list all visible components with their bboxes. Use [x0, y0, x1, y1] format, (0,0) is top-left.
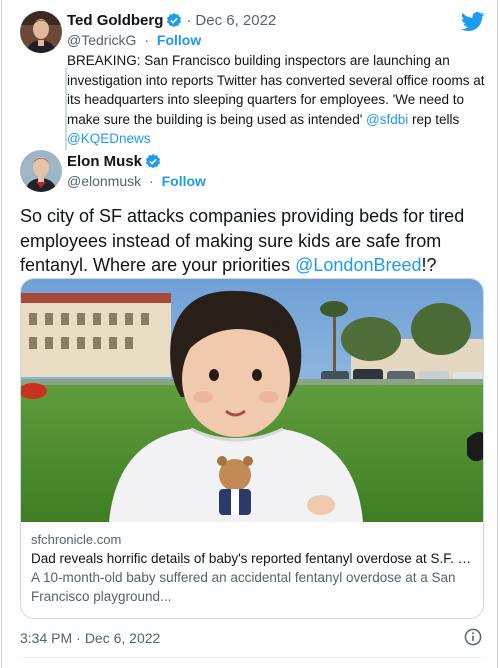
tweet-text: rep tells: [408, 111, 460, 127]
quoted-tweet-header: Ted Goldberg · Dec 6, 2022 @TedrickG · F…: [67, 11, 467, 49]
tweet-time[interactable]: 3:34 PM: [20, 630, 72, 646]
avatar-image: [20, 150, 62, 192]
embedded-tweet: Ted Goldberg · Dec 6, 2022 @TedrickG · F…: [1, 0, 498, 668]
author-name[interactable]: Ted Goldberg: [67, 11, 163, 30]
author-name[interactable]: Elon Musk: [67, 152, 142, 171]
follow-button[interactable]: Follow: [157, 32, 201, 48]
separator-dot: ·: [144, 32, 150, 48]
tweet-date[interactable]: Dec 6, 2022: [85, 630, 161, 646]
link-preview-card[interactable]: sfchronicle.com Dad reveals horrific det…: [20, 278, 484, 619]
verified-badge-icon: [145, 153, 161, 168]
author-handle[interactable]: @TedrickG: [67, 32, 136, 48]
card-image: [21, 279, 483, 522]
separator-dot: ·: [76, 630, 81, 646]
avatar[interactable]: [20, 11, 62, 53]
avatar[interactable]: [20, 150, 62, 192]
divider: [20, 657, 484, 658]
info-icon[interactable]: [464, 628, 482, 646]
tweet-text: So city of SF attacks companies providin…: [20, 204, 490, 278]
mention-link[interactable]: @sfdbi: [366, 112, 408, 127]
follow-button[interactable]: Follow: [162, 173, 206, 189]
avatar-image: [20, 11, 62, 53]
card-body: sfchronicle.com Dad reveals horrific det…: [21, 522, 483, 606]
separator-dot: ·: [186, 12, 192, 29]
verified-badge-icon: [167, 12, 182, 27]
separator-dot: ·: [149, 173, 154, 189]
card-description: A 10-month-old baby suffered an accident…: [31, 570, 456, 604]
tweet-text-end: !?: [421, 255, 437, 275]
tweet-timestamp[interactable]: 3:34 PM · Dec 6, 2022: [20, 629, 160, 647]
mention-link[interactable]: @KQEDnews: [67, 131, 150, 146]
tweet-date[interactable]: Dec 6, 2022: [195, 11, 276, 30]
quoted-tweet-text: BREAKING: San Francisco building inspect…: [67, 51, 492, 149]
card-domain: sfchronicle.com: [31, 532, 122, 547]
card-title[interactable]: Dad reveals horrific details of baby's r…: [31, 549, 476, 568]
card-photo: [21, 279, 483, 522]
mention-link[interactable]: @LondonBreed: [295, 255, 421, 275]
author-handle[interactable]: @elonmusk: [67, 173, 141, 189]
tweet-header: Elon Musk @elonmusk · Follow: [20, 150, 490, 194]
